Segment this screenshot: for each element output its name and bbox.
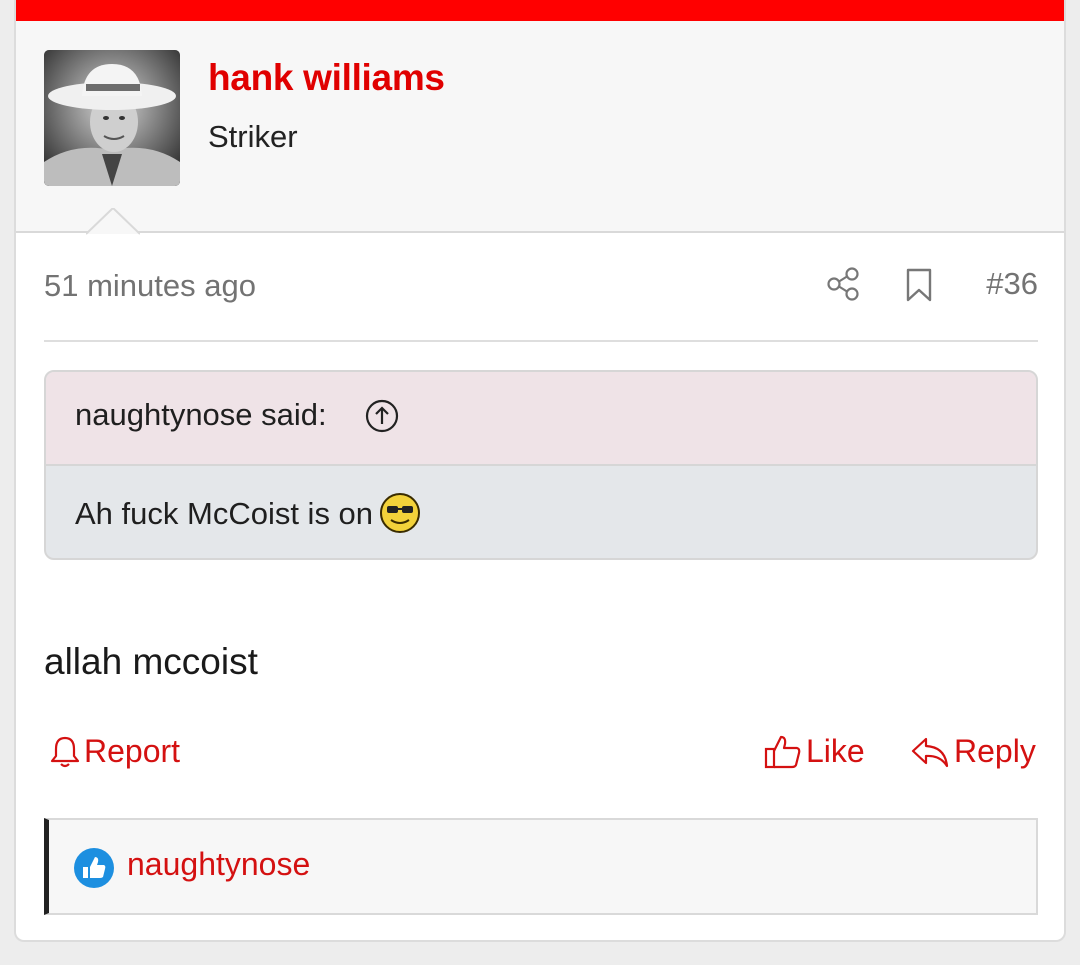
author-name[interactable]: hank williams — [208, 57, 445, 99]
divider — [44, 340, 1038, 342]
quote-header: naughtynose said: — [46, 372, 1036, 466]
quote-text: Ah fuck McCoist is on — [75, 492, 421, 534]
quote-author-link[interactable]: naughtynose said: — [75, 397, 327, 433]
user-header: hank williams Striker — [16, 21, 1064, 233]
arrow-up-circle-icon[interactable] — [365, 399, 399, 433]
reply-label: Reply — [954, 733, 1036, 769]
liker-link[interactable]: naughtynose — [127, 846, 310, 883]
post-message: allah mccoist — [44, 641, 258, 682]
thumbs-up-icon — [764, 735, 801, 768]
cool-sunglasses-smiley-icon — [380, 493, 421, 533]
avatar[interactable] — [44, 50, 180, 186]
post-card: hank williams Striker 51 minutes ago #36… — [14, 0, 1066, 942]
quote-content: Ah fuck McCoist is on — [75, 496, 374, 531]
post-meta: 51 minutes ago #36 — [44, 256, 1038, 318]
accent-bar — [16, 0, 1064, 21]
reply-arrow-icon — [911, 737, 949, 767]
report-label: Report — [84, 733, 181, 769]
author-title: Striker — [208, 119, 298, 154]
reactions-bar: naughtynose — [44, 818, 1038, 915]
bell-icon — [50, 736, 80, 767]
quote-block: naughtynose said: Ah fuck McCoist is on — [44, 370, 1038, 560]
post-timestamp[interactable]: 51 minutes ago — [44, 268, 256, 304]
like-label: Like — [806, 733, 865, 769]
like-button[interactable]: Like — [764, 733, 865, 770]
share-icon[interactable] — [826, 266, 862, 302]
avatar-photo-icon — [44, 50, 180, 186]
post-number-link[interactable]: #36 — [986, 266, 1038, 302]
reply-button[interactable]: Reply — [910, 733, 1036, 770]
bookmark-icon[interactable] — [904, 268, 934, 302]
report-button[interactable]: Report — [50, 733, 180, 770]
thumbs-up-badge-icon — [74, 848, 114, 888]
